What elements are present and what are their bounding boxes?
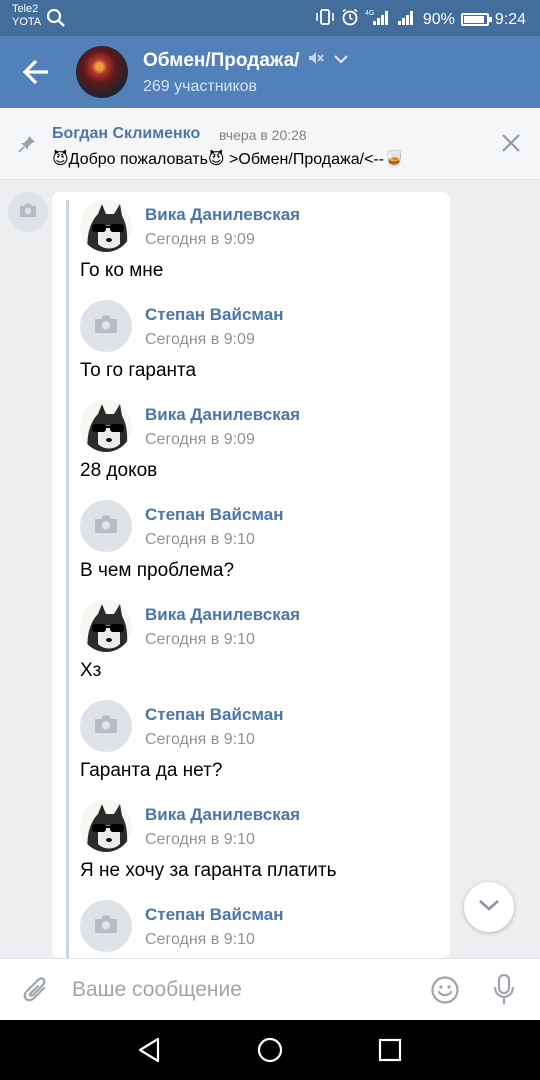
forwarded-author[interactable]: Вика Данилевская: [145, 405, 300, 425]
forwarded-author[interactable]: Степан Вайсман: [145, 305, 283, 325]
member-count: 269 участников: [143, 78, 258, 95]
network-label: 4G: [365, 10, 374, 17]
forwarded-time: Сегодня в 9:09: [145, 231, 255, 248]
forwarded-message-header[interactable]: Вика Данилевская Сегодня в 9:10: [80, 800, 440, 852]
signal-icon: [397, 8, 417, 31]
microphone-icon[interactable]: [492, 973, 516, 1012]
vibrate-icon: [315, 8, 335, 31]
forwarded-text: В чем проблема?: [80, 560, 235, 581]
back-arrow-icon[interactable]: [20, 56, 54, 88]
forwarded-author[interactable]: Степан Вайсман: [145, 905, 283, 925]
forward-quote-bar: [66, 200, 69, 958]
forwarded-time: Сегодня в 9:10: [145, 731, 255, 748]
battery-icon: [460, 13, 492, 26]
carrier-2: YOTA: [12, 16, 42, 28]
forwarded-time: Сегодня в 9:10: [145, 631, 255, 648]
forwarded-author[interactable]: Степан Вайсман: [145, 505, 283, 525]
pinned-time: вчера в 20:28: [219, 127, 307, 143]
scroll-down-button[interactable]: [464, 882, 514, 932]
forwarded-message-header[interactable]: Степан Вайсман Сегодня в 9:10: [80, 700, 440, 752]
forwarded-author[interactable]: Вика Данилевская: [145, 805, 300, 825]
message-input[interactable]: [72, 973, 412, 1007]
nav-back-icon[interactable]: [136, 1036, 164, 1069]
chat-header: Обмен/Продажа/ 269 участников: [0, 36, 540, 108]
pinned-message[interactable]: Богдан Склименко вчера в 20:28 😈Добро по…: [0, 108, 540, 180]
carrier-1: Tele2: [12, 3, 39, 15]
forwarded-text: Го ко мне: [80, 260, 164, 281]
forwarded-text: Я не хочу за гаранта платить: [80, 860, 337, 881]
forwarded-author[interactable]: Степан Вайсман: [145, 705, 283, 725]
forwarded-text: Гаранта да нет?: [80, 760, 223, 781]
forwarded-message-header[interactable]: Вика Данилевская Сегодня в 9:09: [80, 400, 440, 452]
forwarded-author[interactable]: Вика Данилевская: [145, 605, 300, 625]
camera-placeholder-avatar[interactable]: [80, 500, 132, 552]
dog-avatar[interactable]: [80, 400, 132, 452]
forwarded-message-header[interactable]: Степан Вайсман Сегодня в 9:10: [80, 500, 440, 552]
signal-4g-icon: 4G: [365, 8, 391, 31]
camera-icon: [93, 314, 119, 339]
forwarded-message: Степан Вайсман Сегодня в 9:10: [80, 892, 440, 958]
forwarded-text: 28 доков: [80, 460, 158, 481]
forwarded-time: Сегодня в 9:09: [145, 431, 255, 448]
dog-avatar[interactable]: [80, 600, 132, 652]
emoji-icon[interactable]: [430, 975, 460, 1010]
forwarded-message-header[interactable]: Вика Данилевская Сегодня в 9:09: [80, 200, 440, 252]
camera-placeholder-avatar[interactable]: [80, 700, 132, 752]
pinned-text: 😈Добро пожаловать😈 >Обмен/Продажа/<--🥃: [52, 151, 404, 168]
forwarded-time: Сегодня в 9:10: [145, 831, 255, 848]
chat-title-row[interactable]: Обмен/Продажа/: [143, 49, 349, 72]
message-bubble[interactable]: Вика Данилевская Сегодня в 9:09 Го ко мне С…: [52, 192, 450, 958]
clock: 9:24: [494, 10, 526, 28]
nav-recents-icon[interactable]: [377, 1037, 403, 1068]
nav-home-icon[interactable]: [256, 1036, 284, 1069]
battery-percent: 90%: [422, 10, 455, 28]
camera-icon: [93, 714, 119, 739]
alarm-icon: [341, 8, 359, 31]
battery-fill: [463, 16, 484, 23]
pinned-author[interactable]: Богдан Склименко: [52, 125, 200, 143]
muted-icon: [307, 49, 325, 72]
forwarded-message-header[interactable]: Степан Вайсман Сегодня в 9:09: [80, 300, 440, 352]
forwarded-text: Хз: [80, 660, 102, 681]
pin-icon: [18, 135, 36, 158]
camera-placeholder-avatar[interactable]: [80, 900, 132, 952]
forwarded-text: То го гаранта: [80, 360, 197, 381]
close-icon[interactable]: [500, 132, 522, 154]
camera-icon: [93, 514, 119, 539]
dog-avatar[interactable]: [80, 800, 132, 852]
status-bar: Tele2 YOTA 4G 90% 9:24: [0, 0, 540, 36]
forwarded-time: Сегодня в 9:10: [145, 931, 255, 948]
dog-avatar[interactable]: [80, 200, 132, 252]
paperclip-icon[interactable]: [22, 975, 50, 1010]
forwarded-time: Сегодня в 9:10: [145, 531, 255, 548]
camera-placeholder-avatar[interactable]: [80, 300, 132, 352]
chat-title: Обмен/Продажа/: [143, 49, 300, 71]
forwarded-message-header[interactable]: Степан Вайсман Сегодня в 9:10: [80, 900, 440, 952]
camera-icon: [18, 202, 38, 223]
forwarded-author[interactable]: Вика Данилевская: [145, 205, 300, 225]
chevron-down-icon: [477, 897, 501, 918]
chat-avatar[interactable]: [76, 46, 128, 98]
message-composer: [0, 958, 540, 1020]
chevron-down-icon[interactable]: [333, 52, 349, 70]
system-nav-bar: [0, 1020, 540, 1080]
search-icon: [46, 8, 66, 33]
camera-icon: [93, 914, 119, 939]
forwarded-message-header[interactable]: Вика Данилевская Сегодня в 9:10: [80, 600, 440, 652]
carrier-labels: Tele2 YOTA: [12, 3, 41, 29]
sender-avatar[interactable]: [8, 192, 48, 232]
forwarded-time: Сегодня в 9:09: [145, 331, 255, 348]
